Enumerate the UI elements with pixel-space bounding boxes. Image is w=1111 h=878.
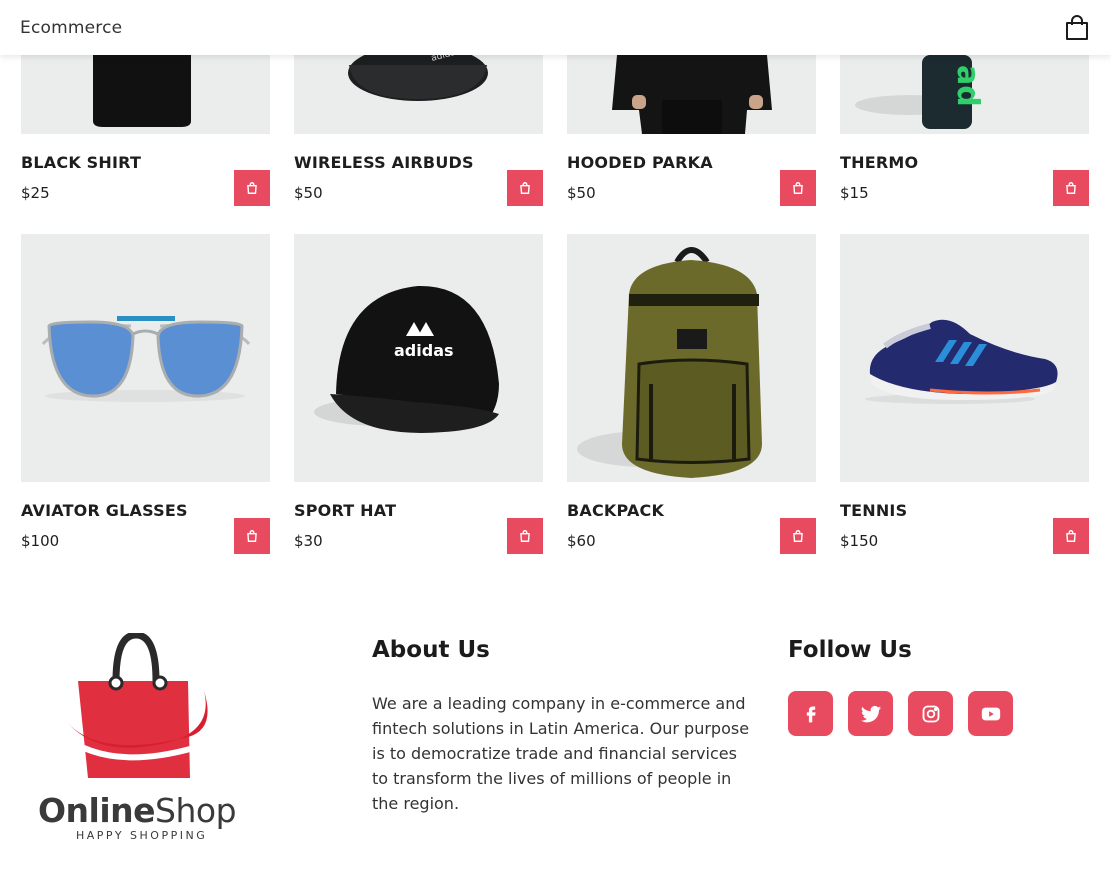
product-image-hooded-parka[interactable] [567, 55, 816, 134]
shopping-bag-icon [793, 530, 803, 542]
follow-section: Follow Us [788, 637, 1048, 736]
instagram-icon [922, 705, 939, 722]
product-image-black-shirt[interactable] [21, 55, 270, 134]
shopping-bag-icon [247, 182, 257, 194]
product-image-thermo[interactable]: ad [840, 55, 1089, 134]
add-to-cart-button[interactable] [1053, 518, 1089, 554]
follow-title: Follow Us [788, 637, 912, 663]
facebook-link[interactable] [788, 691, 833, 736]
about-text: We are a leading company in e-commerce a… [372, 694, 750, 813]
brand-link[interactable]: Ecommerce [20, 18, 122, 38]
product-card[interactable]: ad THERMO $15 [840, 55, 1089, 206]
facebook-icon [806, 706, 816, 722]
svg-text:ad: ad [950, 65, 985, 107]
logo-word-a: Online [38, 791, 156, 830]
top-navbar: Ecommerce [0, 0, 1111, 55]
product-price: $100 [21, 532, 60, 550]
shopping-bag-icon [1066, 182, 1076, 194]
logo-tagline: HAPPY SHOPPING [76, 829, 208, 842]
add-to-cart-button[interactable] [780, 170, 816, 206]
product-card[interactable]: adidas SPORT HAT $30 [294, 234, 543, 554]
product-image-aviator-glasses[interactable] [21, 234, 270, 482]
instagram-link[interactable] [908, 691, 953, 736]
product-image-wireless-airbuds[interactable]: adidas [294, 55, 543, 134]
product-card[interactable]: adidas WIRELESS AIRBUDS $50 [294, 55, 543, 206]
add-to-cart-button[interactable] [234, 518, 270, 554]
product-price: $150 [840, 532, 879, 550]
add-to-cart-button[interactable] [780, 518, 816, 554]
product-price: $50 [567, 184, 596, 202]
add-to-cart-button[interactable] [507, 518, 543, 554]
product-price: $50 [294, 184, 323, 202]
youtube-link[interactable] [968, 691, 1013, 736]
twitter-icon [860, 705, 881, 722]
social-links [788, 691, 1048, 736]
product-price: $25 [21, 184, 50, 202]
logo-word-b: Shop [155, 791, 237, 830]
logo-wordmark: OnlineShop [38, 791, 237, 830]
product-card[interactable]: BACKPACK $60 [567, 234, 816, 554]
product-image-sport-hat[interactable]: adidas [294, 234, 543, 482]
shopping-bag-icon [520, 530, 530, 542]
about-title: About Us [372, 637, 490, 663]
add-to-cart-button[interactable] [1053, 170, 1089, 206]
product-card[interactable]: AVIATOR GLASSES $100 [21, 234, 270, 554]
twitter-link[interactable] [848, 691, 893, 736]
site-footer: OnlineShop HAPPY SHOPPING About Us We ar… [0, 600, 1111, 878]
about-section: About Us We are a leading company in e-c… [372, 637, 752, 816]
product-card[interactable]: HOODED PARKA $50 [567, 55, 816, 206]
svg-text:adidas: adidas [394, 341, 454, 360]
product-card[interactable]: BLACK SHIRT $25 [21, 55, 270, 206]
shopping-bag-logo-icon [60, 631, 208, 778]
add-to-cart-button[interactable] [507, 170, 543, 206]
product-price: $30 [294, 532, 323, 550]
product-price: $15 [840, 184, 869, 202]
product-card[interactable]: TENNIS $150 [840, 234, 1089, 554]
shopping-bag-icon [1066, 530, 1076, 542]
product-price: $60 [567, 532, 596, 550]
product-image-tennis[interactable] [840, 234, 1089, 482]
product-image-backpack[interactable] [567, 234, 816, 482]
add-to-cart-button[interactable] [234, 170, 270, 206]
shopping-bag-icon [1066, 14, 1088, 40]
online-shop-logo[interactable]: OnlineShop HAPPY SHOPPING [38, 631, 240, 842]
shopping-bag-icon [520, 182, 530, 194]
cart-button[interactable] [1063, 14, 1091, 42]
shopping-bag-icon [247, 530, 257, 542]
shopping-bag-icon [793, 182, 803, 194]
youtube-icon [981, 707, 1000, 720]
